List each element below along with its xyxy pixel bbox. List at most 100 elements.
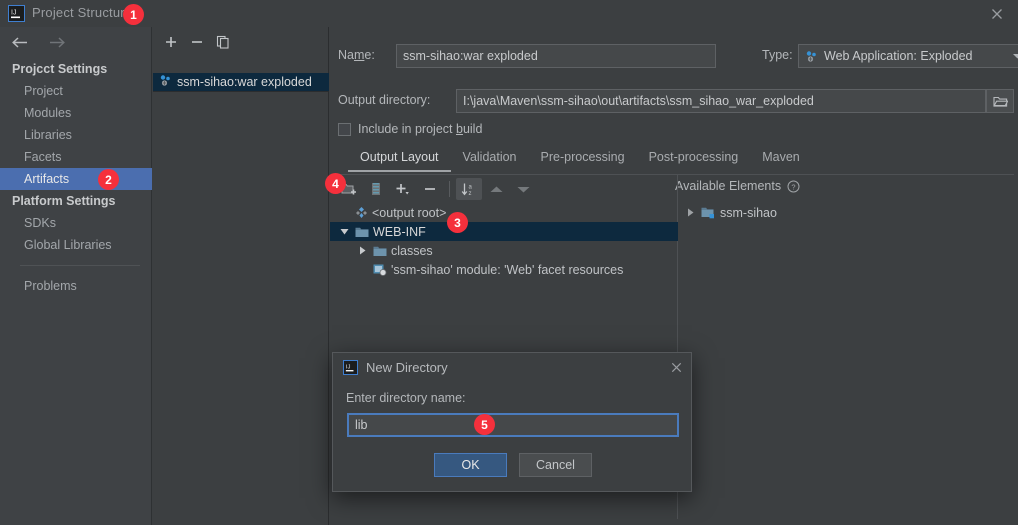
name-type-row: Name: Type: Web Application: Exploded <box>338 44 1018 68</box>
enter-directory-name-label: Enter directory name: <box>346 391 466 405</box>
page-title: Project Structure <box>32 5 133 20</box>
step-badge-5: 5 <box>474 414 495 435</box>
directory-name-input[interactable] <box>347 413 679 437</box>
tree-row-output-root[interactable]: <output root> <box>330 203 678 222</box>
tree-row-web-inf[interactable]: WEB-INF <box>330 222 678 241</box>
tab-pre-processing[interactable]: Pre-processing <box>529 148 637 172</box>
folder-open-icon[interactable] <box>986 89 1014 113</box>
minus-icon[interactable] <box>185 31 209 53</box>
close-icon[interactable] <box>667 359 685 375</box>
arrow-down-icon[interactable] <box>510 178 536 200</box>
step-badge-1: 1 <box>123 4 144 25</box>
sidebar-item-problems[interactable]: Problems <box>0 275 152 297</box>
tab-validation[interactable]: Validation <box>451 148 529 172</box>
output-directory-input[interactable] <box>456 89 986 113</box>
tab-output-layout[interactable]: Output Layout <box>348 148 451 172</box>
sidebar-item-artifacts[interactable]: Artifacts <box>0 168 152 190</box>
svg-text:a: a <box>469 184 473 190</box>
sidebar-group-project-settings: Projcct Settings <box>12 62 108 76</box>
navigation-arrows <box>8 31 68 53</box>
output-directory-row: Output directory: <box>338 89 1014 113</box>
sidebar-item-modules[interactable]: Modules <box>0 102 152 124</box>
artifact-name: ssm-sihao:war exploded <box>177 75 312 89</box>
folder-icon <box>373 245 387 257</box>
tab-maven[interactable]: Maven <box>750 148 812 172</box>
tabs-divider <box>338 174 1014 175</box>
folder-icon <box>355 226 369 238</box>
archive-icon[interactable] <box>363 178 389 200</box>
arrow-up-icon[interactable] <box>483 178 509 200</box>
type-select[interactable]: Web Application: Exploded <box>798 44 1018 68</box>
output-directory-label: Output directory: <box>338 93 431 107</box>
module-folder-icon <box>701 206 716 219</box>
new-directory-title-bar: IJ New Directory <box>333 353 693 381</box>
available-elements-header: Available Elements ? <box>675 179 800 193</box>
sidebar-group-platform-settings: Platform Settings <box>12 194 116 208</box>
new-directory-dialog: IJ New Directory Enter directory name: O… <box>332 352 692 492</box>
intellij-idea-logo: IJ <box>343 359 358 375</box>
name-label: Name: <box>338 48 375 62</box>
svg-text:IJ: IJ <box>11 10 16 17</box>
svg-text:IJ: IJ <box>346 364 351 370</box>
arrow-right-icon[interactable] <box>46 31 68 53</box>
step-badge-3: 3 <box>447 212 468 233</box>
intellij-idea-logo: IJ <box>8 5 25 22</box>
step-badge-4: 4 <box>325 173 346 194</box>
available-elements-tree: ssm-sihao <box>678 203 1018 519</box>
tree-label: classes <box>391 243 433 258</box>
settings-sidebar: Projcct Settings Project Modules Librari… <box>0 27 152 525</box>
project-structure-dialog: IJ Project Structure Projcct Settings Pr… <box>0 0 1018 525</box>
tab-post-processing[interactable]: Post-processing <box>637 148 751 172</box>
artifacts-toolbar <box>153 30 235 54</box>
new-directory-buttons: OK Cancel <box>333 453 693 477</box>
sidebar-item-facets[interactable]: Facets <box>0 146 152 168</box>
arrow-left-icon[interactable] <box>8 31 30 53</box>
sidebar-item-project[interactable]: Project <box>0 80 152 102</box>
minus-icon[interactable] <box>417 178 443 200</box>
sidebar-item-libraries[interactable]: Libraries <box>0 124 152 146</box>
close-icon[interactable] <box>986 5 1008 23</box>
checkbox-box[interactable] <box>338 122 351 136</box>
toolbar-separator <box>449 181 450 197</box>
svg-text:?: ? <box>791 182 795 191</box>
name-input[interactable] <box>396 44 716 68</box>
type-label: Type: <box>762 48 793 62</box>
new-directory-title: New Directory <box>366 359 448 375</box>
include-in-project-build-checkbox[interactable]: Include in project build <box>338 122 482 136</box>
tree-row-ssm-sihao[interactable]: ssm-sihao <box>678 203 1018 222</box>
question-circle-icon[interactable]: ? <box>787 180 800 193</box>
facet-resources-icon <box>373 263 387 276</box>
available-elements-label: Available Elements <box>675 179 782 193</box>
web-application-icon <box>805 50 818 63</box>
sort-alpha-icon[interactable]: a z <box>456 178 482 200</box>
step-badge-2: 2 <box>98 169 119 190</box>
tree-row-classes[interactable]: classes <box>330 241 678 260</box>
sidebar-item-sdks[interactable]: SDKs <box>0 212 152 234</box>
detail-tabs: Output Layout Validation Pre-processing … <box>348 148 1014 172</box>
output-layout-toolbar: a z <box>336 177 536 201</box>
artifacts-list-panel: ssm-sihao:war exploded <box>153 27 329 525</box>
chevron-down-icon <box>1012 52 1018 60</box>
svg-text:z: z <box>469 191 472 197</box>
sidebar-divider <box>20 265 140 266</box>
cancel-button[interactable]: Cancel <box>519 453 592 477</box>
output-root-icon <box>355 206 368 219</box>
list-item[interactable]: ssm-sihao:war exploded <box>153 73 329 92</box>
title-bar: IJ Project Structure <box>0 0 1018 27</box>
tree-label: <output root> <box>372 205 447 220</box>
web-application-icon <box>159 74 172 90</box>
twisty-collapsed-icon[interactable] <box>684 208 697 217</box>
tree-label: ssm-sihao <box>720 205 777 220</box>
tree-label: WEB-INF <box>373 224 426 239</box>
sidebar-item-global-libraries[interactable]: Global Libraries <box>0 234 152 256</box>
plus-icon[interactable] <box>159 31 183 53</box>
plus-dropdown-icon[interactable] <box>390 178 416 200</box>
twisty-collapsed-icon[interactable] <box>356 246 369 255</box>
copy-icon[interactable] <box>211 31 235 53</box>
type-value: Web Application: Exploded <box>824 49 973 63</box>
include-in-project-build-label: Include in project build <box>358 122 483 136</box>
tree-label: 'ssm-sihao' module: 'Web' facet resource… <box>391 262 624 277</box>
ok-button[interactable]: OK <box>434 453 507 477</box>
twisty-expanded-icon[interactable] <box>338 227 351 236</box>
tree-row-facet-resources[interactable]: 'ssm-sihao' module: 'Web' facet resource… <box>330 260 678 279</box>
